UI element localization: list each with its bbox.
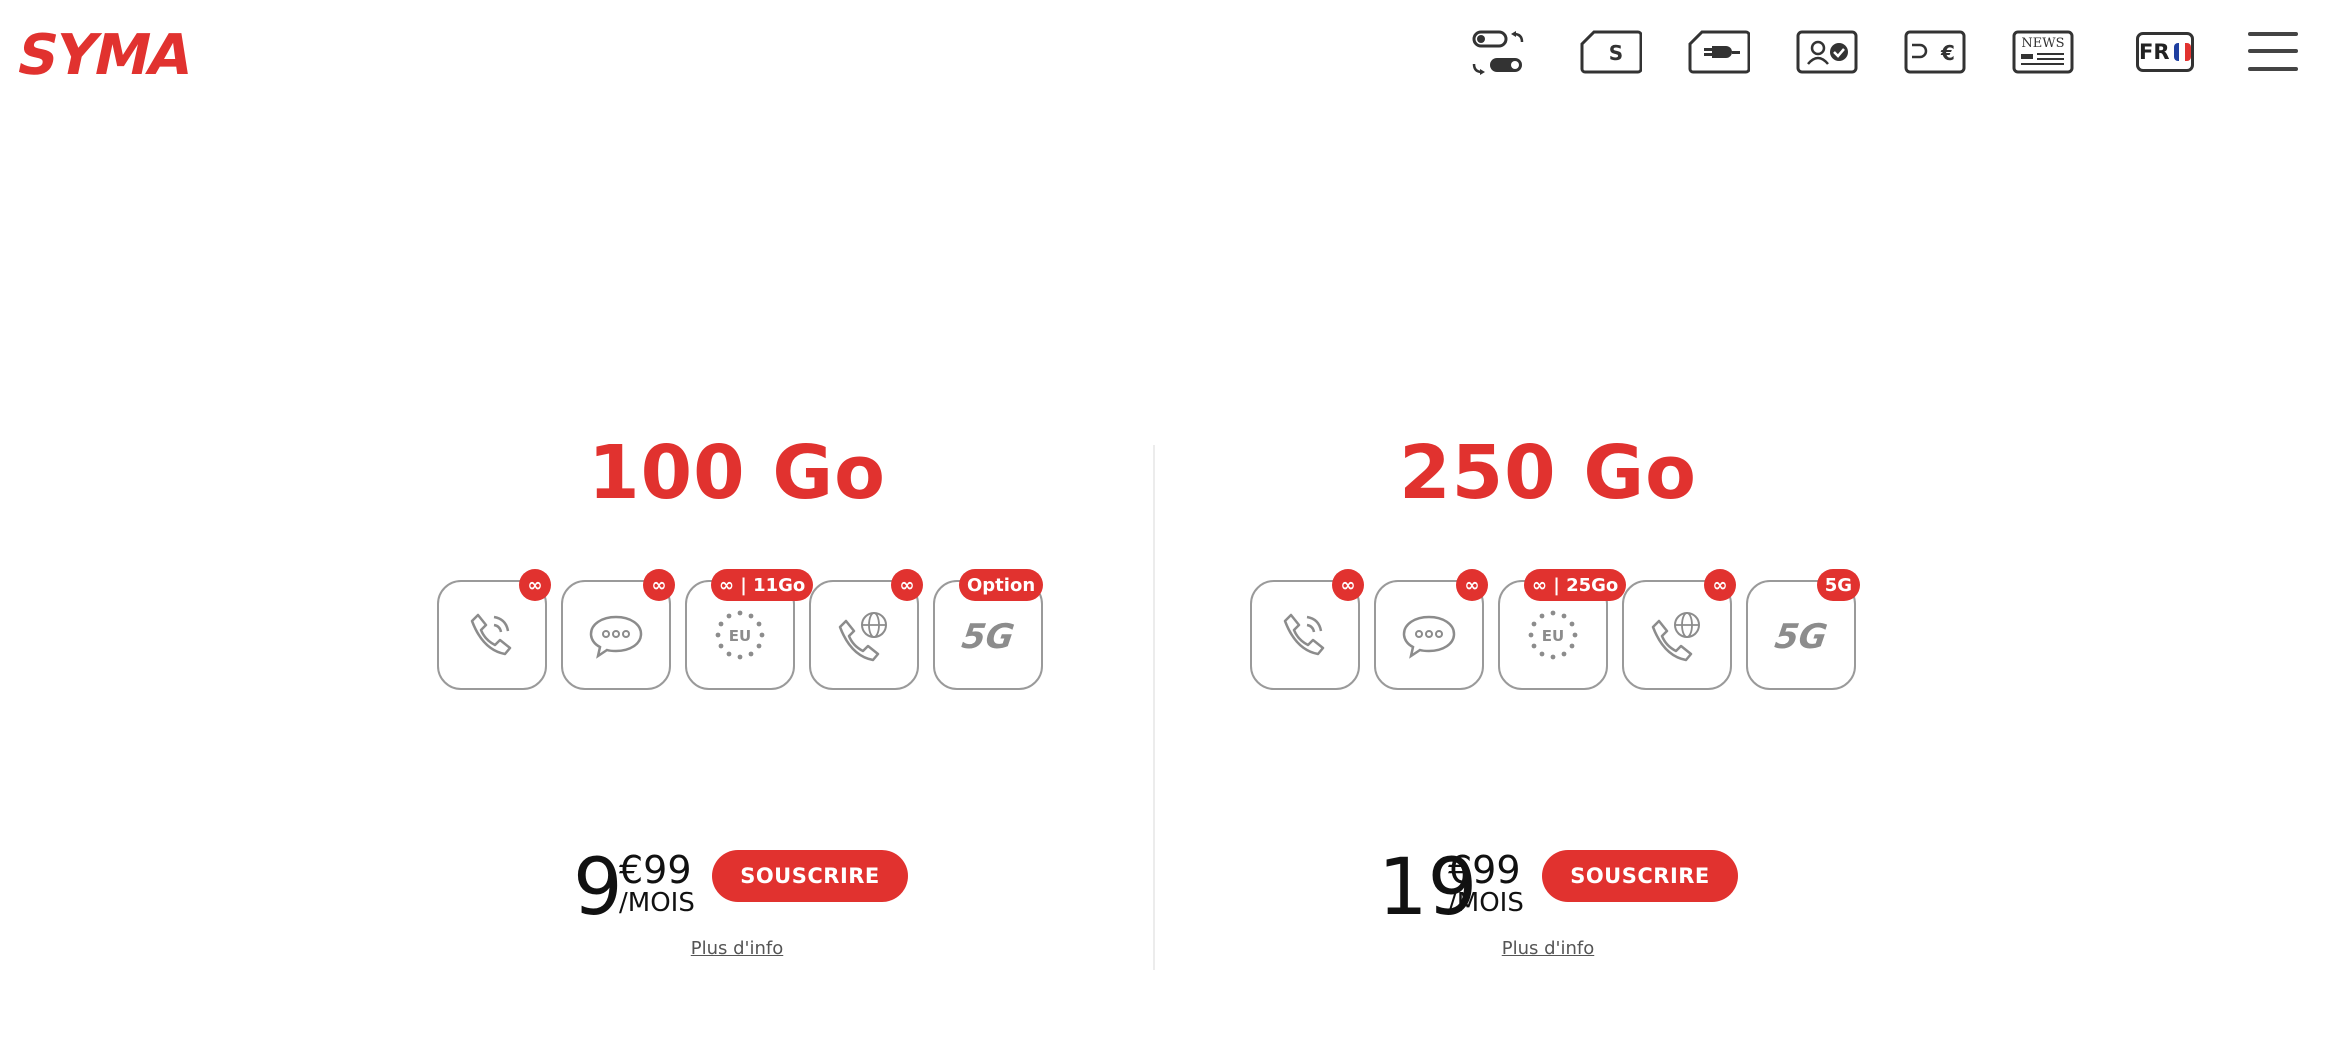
- price-cents: €99: [1448, 848, 1521, 892]
- feature-badge: ∞: [643, 569, 675, 601]
- price-integer: 9: [573, 843, 623, 933]
- sms-bubble-icon: [1402, 615, 1456, 659]
- header: SYMA S € NEWS FR: [0, 0, 2350, 110]
- feature-tile-sms: ∞: [561, 569, 675, 690]
- feature-badge: ∞: [1704, 569, 1736, 601]
- feature-badge: ∞: [1332, 569, 1364, 601]
- price-cents: €99: [619, 848, 692, 892]
- language-code: FR: [2139, 40, 2170, 64]
- plan-title: 250 Go: [1399, 430, 1697, 516]
- sim-plug-icon[interactable]: [1688, 30, 1750, 74]
- language-flag-icon: [2173, 43, 2191, 61]
- recharge-euro-icon[interactable]: €: [1904, 30, 1966, 74]
- 5g-icon: 5G: [959, 617, 1017, 657]
- feature-tile-eu: EU ∞ | 25Go: [1498, 569, 1627, 690]
- eu-label: EU: [729, 627, 751, 645]
- sms-bubble-icon: [589, 615, 643, 659]
- feature-badge: Option: [959, 569, 1044, 601]
- eu-stars-icon: EU: [1528, 610, 1578, 660]
- feature-badge: ∞: [519, 569, 551, 601]
- feature-badge: 5G: [1816, 569, 1860, 601]
- feature-tile-international: ∞: [809, 569, 923, 690]
- price-period: /MOIS: [1448, 888, 1524, 918]
- syma-logo[interactable]: SYMA: [11, 23, 197, 88]
- feature-badge: ∞: [891, 569, 923, 601]
- feature-tile-sms: ∞: [1374, 569, 1488, 690]
- news-icon-label: NEWS: [2021, 36, 2064, 51]
- language-selector[interactable]: FR: [2136, 32, 2194, 72]
- subscribe-button[interactable]: SOUSCRIRE: [712, 850, 908, 902]
- price-period: /MOIS: [619, 888, 695, 918]
- sim-card-icon[interactable]: S: [1580, 30, 1642, 74]
- eu-label: EU: [1542, 627, 1564, 645]
- feature-tile-eu: EU ∞ | 11Go: [685, 569, 814, 690]
- plan-title: 100 Go: [588, 430, 886, 516]
- feature-tile-calls: ∞: [1250, 569, 1364, 690]
- switch-toggle-icon[interactable]: [1468, 30, 1528, 76]
- feature-badge: ∞: [1456, 569, 1488, 601]
- phone-call-icon: [470, 613, 512, 656]
- menu-icon[interactable]: [2248, 32, 2298, 72]
- plans-divider: [1153, 445, 1155, 970]
- account-check-icon[interactable]: [1796, 30, 1858, 74]
- feature-badge: ∞ | 11Go: [711, 569, 814, 601]
- sim-icon-letter: S: [1609, 41, 1623, 65]
- feature-badge: ∞ | 25Go: [1524, 569, 1627, 601]
- feature-tile-5g: 5G 5G: [1746, 569, 1860, 690]
- more-info-link[interactable]: Plus d'info: [387, 938, 1087, 959]
- feature-tile-5g: 5G Option: [933, 569, 1044, 690]
- international-call-icon: [838, 612, 887, 662]
- recharge-euro-symbol: €: [1940, 41, 1955, 65]
- phone-call-icon: [1283, 613, 1325, 656]
- feature-tile-international: ∞: [1622, 569, 1736, 690]
- eu-stars-icon: EU: [715, 610, 765, 660]
- international-call-icon: [1651, 612, 1700, 662]
- 5g-icon: 5G: [1772, 617, 1830, 657]
- subscribe-button[interactable]: SOUSCRIRE: [1542, 850, 1738, 902]
- more-info-link[interactable]: Plus d'info: [1198, 938, 1898, 959]
- news-icon[interactable]: NEWS: [2012, 30, 2074, 74]
- feature-tile-calls: ∞: [437, 569, 551, 690]
